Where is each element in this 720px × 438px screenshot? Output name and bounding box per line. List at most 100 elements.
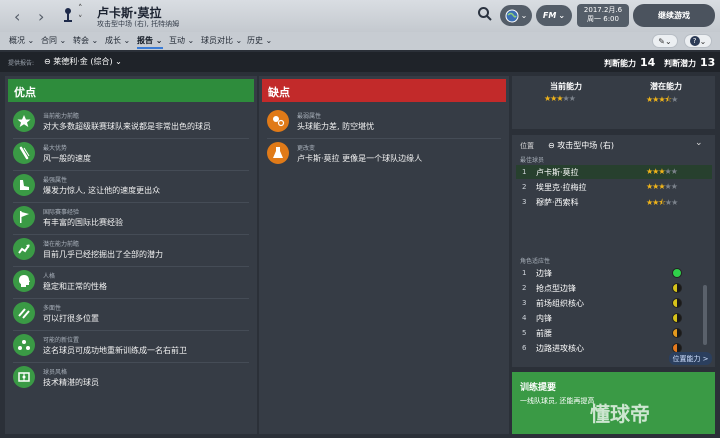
back-arrow-icon[interactable]: ‹: [14, 7, 20, 26]
role-row[interactable]: 2 抢点型边锋: [516, 281, 686, 295]
item-text: 可以打很多位置: [43, 314, 99, 323]
divider: [13, 138, 249, 139]
position-value: 攻击型中场 (右): [557, 141, 615, 150]
tab-compare[interactable]: 球员对比 ⌄: [201, 35, 242, 46]
judge-potential-value: 13: [700, 56, 716, 69]
best-players-label: 最佳球员: [520, 157, 545, 164]
best-player-row[interactable]: 3 穆萨·西索科 ★★⯪★★: [516, 195, 712, 209]
row-rank: 1: [522, 269, 527, 277]
provider-dropdown[interactable]: ⊖ 莱德利·金 (综合) ⌄: [44, 56, 122, 67]
position-ability-button[interactable]: 位置能力 >: [669, 352, 712, 365]
position-dropdown[interactable]: ⊖ 攻击型中场 (右): [548, 140, 614, 151]
search-icon[interactable]: [477, 6, 493, 22]
role-fit-indicator: [672, 268, 682, 278]
best-player-row[interactable]: 1 卢卡斯·莫拉 ★★★★★: [516, 165, 712, 179]
player-switch-arrows-icon[interactable]: ˄ ˅: [78, 4, 83, 26]
strength-item: 人格 稳定和正常的性格: [13, 268, 249, 296]
date-line1: 2017.2月.6: [583, 6, 623, 14]
item-text: 头球能力差, 防空堪忧: [297, 122, 375, 131]
tab-label: 转会: [73, 36, 89, 45]
continue-button[interactable]: 继续游戏: [633, 4, 715, 27]
player-subtitle: 攻击型中场 (右), 托特纳姆: [97, 20, 180, 28]
row-rank: 3: [522, 198, 527, 206]
menu-bar: 概况 ⌄ 合同 ⌄ 转会 ⌄ 成长 ⌄ 报告 ⌄ 互动 ⌄ 球员对比 ⌄ 历史 …: [0, 32, 720, 50]
forward-arrow-icon[interactable]: ›: [38, 7, 44, 26]
strengths-panel: 优点 当前能力前瞻 对大多数超级联赛球队来说都是非常出色的球员 最大优势 风一般…: [5, 76, 257, 434]
strength-item: 最强属性 爆发力惊人, 这让他的速度更出众: [13, 172, 249, 200]
globe-button[interactable]: ⌄: [500, 5, 532, 26]
star-icon: [13, 110, 35, 132]
item-text: 技术精湛的球员: [43, 378, 99, 387]
tab-interaction[interactable]: 互动 ⌄: [169, 35, 194, 46]
strength-item: 潜在能力前瞻 目前几乎已经挖掘出了全部的潜力: [13, 236, 249, 264]
role-row[interactable]: 5 前腰: [516, 326, 686, 340]
item-label: 更改变: [297, 145, 316, 152]
style-icon: [13, 366, 35, 388]
pencil-icon: ✎: [658, 36, 665, 46]
edit-button[interactable]: ✎ ⌄: [652, 34, 678, 48]
role-fit-indicator: [672, 283, 682, 293]
weakness-item: 最弱属性 头球能力差, 防空堪忧: [267, 108, 501, 136]
strength-item: 可能的新位置 这名球员可成功地重新训练成一名右前卫: [13, 332, 249, 360]
tab-contract[interactable]: 合同 ⌄: [41, 35, 66, 46]
weaknesses-title: 缺点: [262, 79, 506, 102]
role-row[interactable]: 6 边路进攻核心: [516, 341, 686, 355]
tab-label: 历史: [247, 36, 263, 45]
tab-transfer[interactable]: 转会 ⌄: [73, 35, 98, 46]
help-icon: ?: [689, 36, 700, 46]
fm-label: FM: [542, 11, 557, 20]
row-rank: 3: [522, 299, 527, 307]
divider: [13, 170, 249, 171]
ability-panel: 当前能力 潜在能力 ★★★★★ ★★★⯪★: [512, 76, 715, 129]
row-name: 抢点型边锋: [536, 284, 576, 293]
head-icon: [13, 270, 35, 292]
judge-ability: 判断能力 14: [604, 56, 655, 69]
judge-potential: 判断潜力 13: [664, 56, 715, 69]
tab-overview[interactable]: 概况 ⌄: [9, 35, 34, 46]
help-button[interactable]: ? ⌄: [684, 34, 712, 48]
item-text: 有丰富的国际比赛经验: [43, 218, 123, 227]
item-label: 人格: [43, 273, 56, 280]
current-ability-label: 当前能力: [550, 82, 582, 91]
item-text: 对大多数超级联赛球队来说都是非常出色的球员: [43, 122, 211, 131]
divider: [13, 362, 249, 363]
tab-label: 成长: [105, 36, 121, 45]
fm-button[interactable]: FM ⌄: [536, 5, 572, 26]
date-display: 2017.2月.6 周一 6:00: [577, 4, 629, 27]
row-name: 前腰: [536, 329, 552, 338]
tab-development[interactable]: 成长 ⌄: [105, 35, 130, 46]
divider: [13, 266, 249, 267]
globe-icon: [505, 9, 519, 22]
chevron-down-icon[interactable]: ⌄: [695, 138, 703, 148]
role-row[interactable]: 1 边锋: [516, 266, 686, 280]
role-fit-indicator: [672, 328, 682, 338]
tab-history[interactable]: 历史 ⌄: [247, 35, 272, 46]
role-row[interactable]: 4 内锋: [516, 311, 686, 325]
row-rank: 2: [522, 284, 527, 292]
chevron-down-icon: ⌄: [699, 36, 707, 46]
item-label: 多面性: [43, 305, 62, 312]
row-name: 内锋: [536, 314, 552, 323]
role-row[interactable]: 3 前场组织核心: [516, 296, 686, 310]
strengths-title: 优点: [8, 79, 254, 102]
divider: [13, 202, 249, 203]
date-line2: 周一 6:00: [587, 15, 619, 23]
growth-icon: [13, 238, 35, 260]
judge-potential-label: 判断潜力: [664, 59, 696, 68]
row-stars: ★★★★★: [646, 167, 678, 176]
item-text: 目前几乎已经挖掘出了全部的潜力: [43, 250, 163, 259]
best-player-row[interactable]: 2 埃里克·拉梅拉 ★★★★★: [516, 180, 712, 194]
role-fit-indicator: [672, 313, 682, 323]
position-panel: 位置 ⊖ 攻击型中场 (右) ⌄ 最佳球员 1 卢卡斯·莫拉 ★★★★★ 2 埃…: [512, 135, 715, 367]
potential-ability-label: 潜在能力: [650, 82, 682, 91]
provider-value: 莱德利·金 (综合): [53, 57, 113, 66]
scrollbar[interactable]: [703, 285, 707, 345]
divider: [13, 234, 249, 235]
tab-label: 互动: [169, 36, 185, 45]
link-icon: ⊖: [548, 141, 555, 150]
divider: [13, 330, 249, 331]
row-stars: ★★★★★: [646, 182, 678, 191]
tab-reports[interactable]: 报告 ⌄: [137, 35, 163, 49]
row-name: 穆萨·西索科: [536, 198, 579, 207]
boot-icon: [13, 174, 35, 196]
